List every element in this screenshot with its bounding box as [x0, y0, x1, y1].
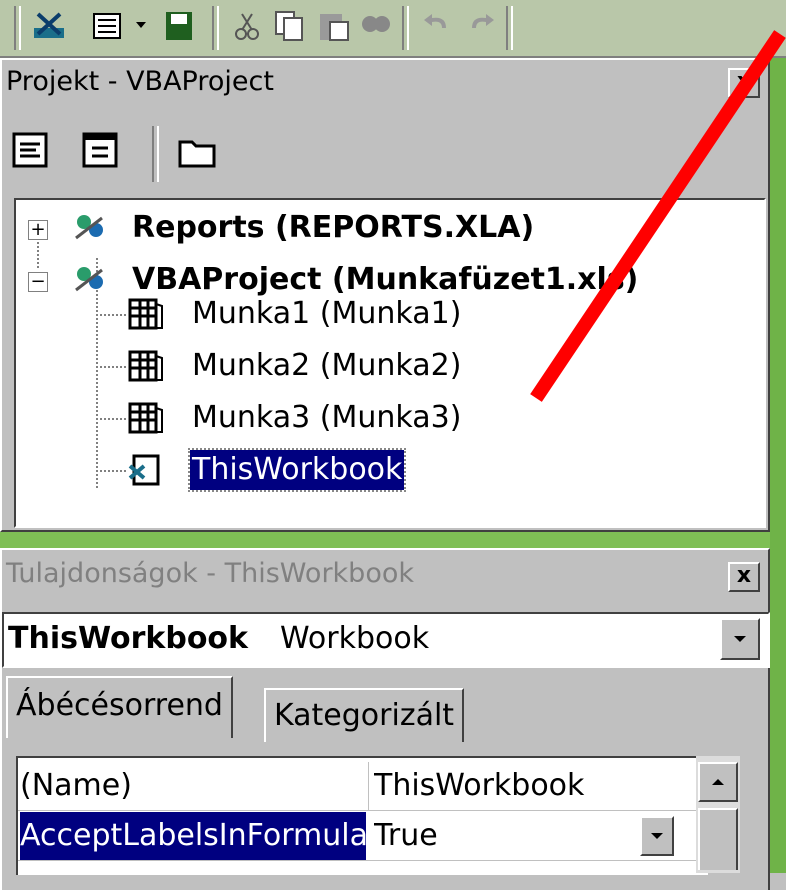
desktop-background-edge — [770, 0, 786, 873]
toolbar-separator — [212, 6, 219, 50]
worksheet-icon — [128, 298, 163, 330]
properties-grid: (Name) ThisWorkbook AcceptLabelsInFormul… — [16, 756, 708, 875]
column-divider — [368, 762, 369, 810]
tree-line — [37, 242, 39, 268]
toolbar-separator — [506, 6, 513, 50]
object-selector-dropdown[interactable] — [720, 618, 760, 660]
undo-icon[interactable] — [420, 8, 454, 44]
cut-icon[interactable] — [230, 8, 264, 44]
dropdown-arrow-icon[interactable] — [128, 8, 162, 44]
scroll-up-button[interactable] — [698, 762, 738, 802]
tab-alphabetic[interactable]: Ábécésorrend — [6, 676, 233, 738]
tree-node-munka2[interactable]: Munka2 (Munka2) — [192, 346, 461, 386]
tree-line — [96, 314, 126, 316]
redo-icon[interactable] — [464, 8, 498, 44]
find-icon[interactable] — [358, 8, 392, 44]
project-tree: + Reports (REPORTS.XLA) − VBAProject (Mu… — [14, 198, 766, 528]
tree-node-reports[interactable]: Reports (REPORTS.XLA) — [132, 208, 534, 248]
chevron-down-icon — [651, 833, 663, 839]
scroll-thumb[interactable] — [698, 808, 738, 870]
object-selector[interactable]: ThisWorkbook Workbook — [2, 612, 770, 668]
collapse-button[interactable]: − — [28, 272, 48, 292]
chevron-down-icon — [734, 636, 746, 642]
properties-scrollbar[interactable] — [696, 756, 740, 873]
toolbar-separator — [152, 126, 159, 182]
copy-icon[interactable] — [272, 8, 306, 44]
object-type: Workbook — [280, 621, 430, 656]
property-name: (Name) — [20, 768, 132, 803]
tab-categorized[interactable]: Kategorizált — [264, 688, 465, 742]
properties-close-button[interactable]: x — [728, 562, 760, 592]
properties-panel-title: Tulajdonságok - ThisWorkbook — [6, 558, 414, 589]
property-name: AcceptLabelsInFormula — [20, 812, 366, 860]
worksheet-icon — [128, 350, 163, 382]
property-value[interactable]: ThisWorkbook — [374, 762, 684, 810]
tree-line — [96, 418, 126, 420]
excel-icon[interactable] — [32, 8, 66, 44]
value-dropdown-button[interactable] — [640, 816, 674, 856]
property-value[interactable]: True — [374, 812, 684, 860]
tree-node-munka1[interactable]: Munka1 (Munka1) — [192, 294, 461, 334]
chevron-up-icon — [712, 779, 724, 785]
toggle-folders-icon[interactable] — [174, 128, 220, 174]
save-icon[interactable] — [162, 8, 196, 44]
main-toolbar — [0, 0, 786, 58]
toolbar-separator — [402, 6, 409, 50]
tree-line — [96, 366, 126, 368]
worksheet-icon — [128, 402, 163, 434]
vba-project-icon — [75, 267, 103, 292]
project-explorer-panel: Projekt - VBAProject x + Reports (REPORT… — [0, 58, 770, 532]
property-row-selected[interactable]: AcceptLabelsInFormula True — [18, 812, 708, 861]
view-object-icon[interactable] — [78, 128, 124, 174]
workbook-icon — [128, 454, 160, 486]
vba-project-icon — [75, 215, 103, 240]
paste-icon[interactable] — [316, 8, 350, 44]
project-toolbar — [2, 118, 768, 190]
tree-node-munka3[interactable]: Munka3 (Munka3) — [192, 398, 461, 438]
tree-line — [96, 470, 126, 472]
project-close-button[interactable]: x — [728, 68, 760, 98]
insert-userform-icon[interactable] — [90, 8, 124, 44]
tree-node-thisworkbook[interactable]: ThisWorkbook — [187, 448, 407, 492]
expand-button[interactable]: + — [28, 220, 48, 240]
toolbar-separator — [14, 6, 21, 50]
project-panel-title: Projekt - VBAProject — [2, 62, 726, 102]
view-code-icon[interactable] — [8, 128, 54, 174]
object-name: ThisWorkbook — [8, 621, 248, 656]
property-row[interactable]: (Name) ThisWorkbook — [18, 762, 708, 811]
